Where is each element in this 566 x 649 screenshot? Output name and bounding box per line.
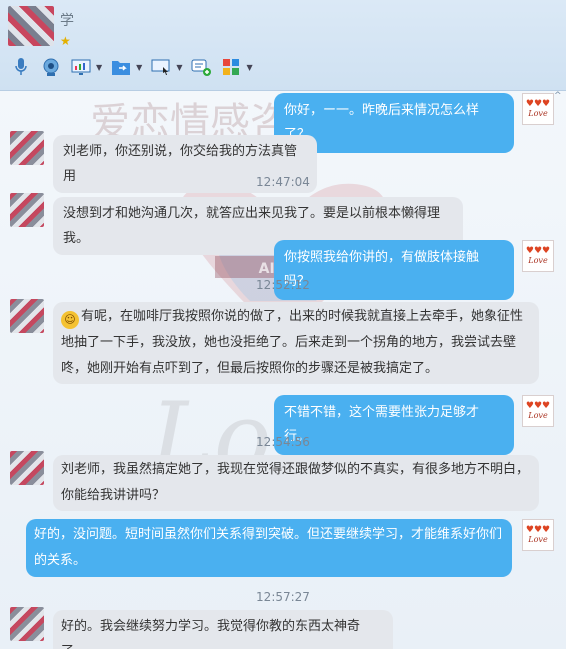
contact-avatar-small[interactable] <box>10 607 44 641</box>
my-avatar[interactable]: ♥♥♥ Love <box>522 240 554 272</box>
timestamp: 12:57:27 <box>256 590 310 604</box>
message-bubble[interactable]: ☺ 有呢，在咖啡厅我按照你说的做了，出来的时候我就直接上去牵手，她象征性 地抽了一… <box>53 302 539 384</box>
contact-avatar-small[interactable] <box>10 299 44 333</box>
message-line: 好的，没问题。短时间虽然你们关系得到突破。但还要继续学习，才能维系好你们 <box>34 527 503 542</box>
scroll-up-icon[interactable]: ^ <box>554 91 564 103</box>
timestamp: 12:54:56 <box>256 435 310 449</box>
my-avatar[interactable]: ♥♥♥ Love <box>522 93 554 125</box>
message-bubble[interactable]: 好的，没问题。短时间虽然你们关系得到突破。但还要继续学习，才能维系好你们 的关系… <box>26 519 512 577</box>
microphone-icon[interactable] <box>10 56 32 78</box>
apps-icon[interactable] <box>220 56 242 78</box>
message-add-icon[interactable] <box>190 56 212 78</box>
contact-name: 学 <box>60 13 74 29</box>
message-line: 你能给我讲讲吗？ <box>61 488 166 503</box>
message-incoming: ☺ 有呢，在咖啡厅我按照你说的做了，出来的时候我就直接上去牵手，她象征性 地抽了一… <box>53 302 539 384</box>
contact-avatar-small[interactable] <box>10 131 44 165</box>
message-line: 咚，她刚开始有点吓到了，但最后按照你的步骤还是被我搞定了。 <box>61 361 439 376</box>
timestamp: 12:52:12 <box>256 278 310 292</box>
vip-star-icon: ★ <box>60 34 71 48</box>
message-line: 刘老师，我虽然搞定她了，我现在觉得还跟做梦似的不真实，有很多地方不明白， <box>61 462 530 477</box>
my-avatar[interactable]: ♥♥♥ Love <box>522 395 554 427</box>
message-bubble[interactable]: 刘老师，我虽然搞定她了，我现在觉得还跟做梦似的不真实，有很多地方不明白， 你能给… <box>53 455 539 511</box>
apps-dropdown-icon[interactable]: ▼ <box>246 63 252 72</box>
chat-toolbar: ▼ ▼ ▼ ▼ <box>10 56 253 78</box>
contact-avatar[interactable] <box>8 6 54 46</box>
my-avatar[interactable]: ♥♥♥ Love <box>522 519 554 551</box>
camera-icon[interactable] <box>40 56 62 78</box>
chat-history[interactable]: 爱恋情感咨询 AILIAN Love www.ailianlove.com ^ … <box>0 91 566 649</box>
remote-desktop-dropdown-icon[interactable]: ▼ <box>176 63 182 72</box>
file-transfer-icon[interactable] <box>110 56 132 78</box>
message-line: ☺ 有呢，在咖啡厅我按照你说的做了，出来的时候我就直接上去牵手，她象征性 <box>61 304 531 330</box>
contact-avatar-small[interactable] <box>10 193 44 227</box>
screen-share-icon[interactable] <box>70 56 92 78</box>
message-line: 地抽了一下手，我没放，她也没拒绝了。后来走到一个拐角的地方，我尝试去壁 <box>61 335 517 350</box>
file-transfer-dropdown-icon[interactable]: ▼ <box>136 63 142 72</box>
message-incoming: 刘老师，我虽然搞定她了，我现在觉得还跟做梦似的不真实，有很多地方不明白， 你能给… <box>53 455 539 511</box>
screen-share-dropdown-icon[interactable]: ▼ <box>96 63 102 72</box>
message-bubble[interactable]: 好的。我会继续努力学习。我觉得你教的东西太神奇了。 <box>53 610 393 649</box>
message-line: 的关系。 <box>34 553 87 568</box>
timestamp: 12:47:04 <box>256 175 310 189</box>
message-outgoing: 好的，没问题。短时间虽然你们关系得到突破。但还要继续学习，才能维系好你们 的关系… <box>26 519 512 577</box>
remote-desktop-icon[interactable] <box>150 56 172 78</box>
contact-avatar-small[interactable] <box>10 451 44 485</box>
grin-emoji-icon: ☺ <box>61 311 79 329</box>
message-incoming: 好的。我会继续努力学习。我觉得你教的东西太神奇了。 <box>53 610 393 649</box>
chat-header: 学 ★ ▼ ▼ ▼ ▼ <box>0 0 566 91</box>
